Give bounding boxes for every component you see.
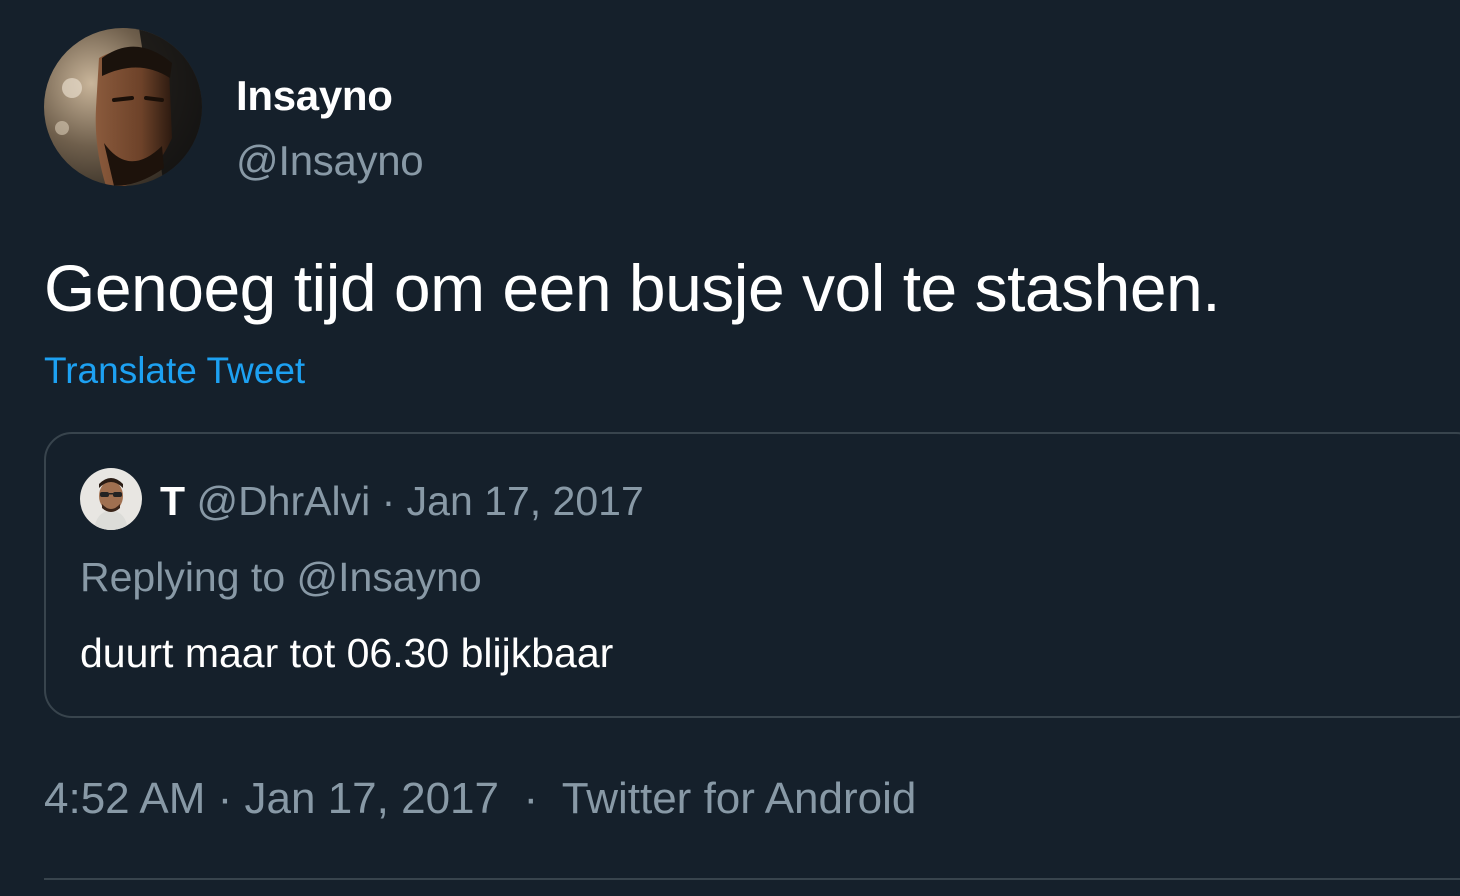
- tweet-time[interactable]: 4:52 AM: [44, 774, 205, 823]
- quoted-header: T @DhrAlvi · Jan 17, 2017: [160, 476, 644, 526]
- quoted-replying-to: Replying to @Insayno: [80, 554, 482, 600]
- author-avatar[interactable]: [44, 28, 202, 186]
- meta-separator: ·: [499, 774, 562, 823]
- tweet-meta: 4:52 AM · Jan 17, 2017 · Twitter for And…: [44, 774, 916, 824]
- tweet-source[interactable]: Twitter for Android: [562, 774, 917, 823]
- tweet-text: Genoeg tijd om een busje vol te stashen.: [44, 251, 1221, 325]
- tweet-detail: Insayno @Insayno Genoeg tijd om een busj…: [0, 0, 1460, 896]
- quoted-text: duurt maar tot 06.30 blijkbaar: [80, 630, 614, 676]
- author-avatar-image: [44, 28, 202, 186]
- quoted-avatar-image: [80, 468, 142, 530]
- quoted-author-handle: @DhrAlvi: [196, 478, 371, 524]
- quoted-tweet[interactable]: T @DhrAlvi · Jan 17, 2017 Replying to @I…: [44, 432, 1460, 718]
- quoted-author-name: T: [160, 478, 186, 524]
- quoted-separator: ·: [381, 478, 396, 524]
- meta-separator: ·: [205, 774, 245, 823]
- tweet-date[interactable]: Jan 17, 2017: [245, 774, 499, 823]
- author-handle[interactable]: @Insayno: [236, 137, 424, 185]
- translate-tweet-link[interactable]: Translate Tweet: [44, 350, 305, 392]
- quoted-date: Jan 17, 2017: [406, 478, 644, 524]
- author-display-name[interactable]: Insayno: [236, 72, 393, 120]
- divider: [44, 878, 1460, 880]
- quoted-avatar: [80, 468, 142, 530]
